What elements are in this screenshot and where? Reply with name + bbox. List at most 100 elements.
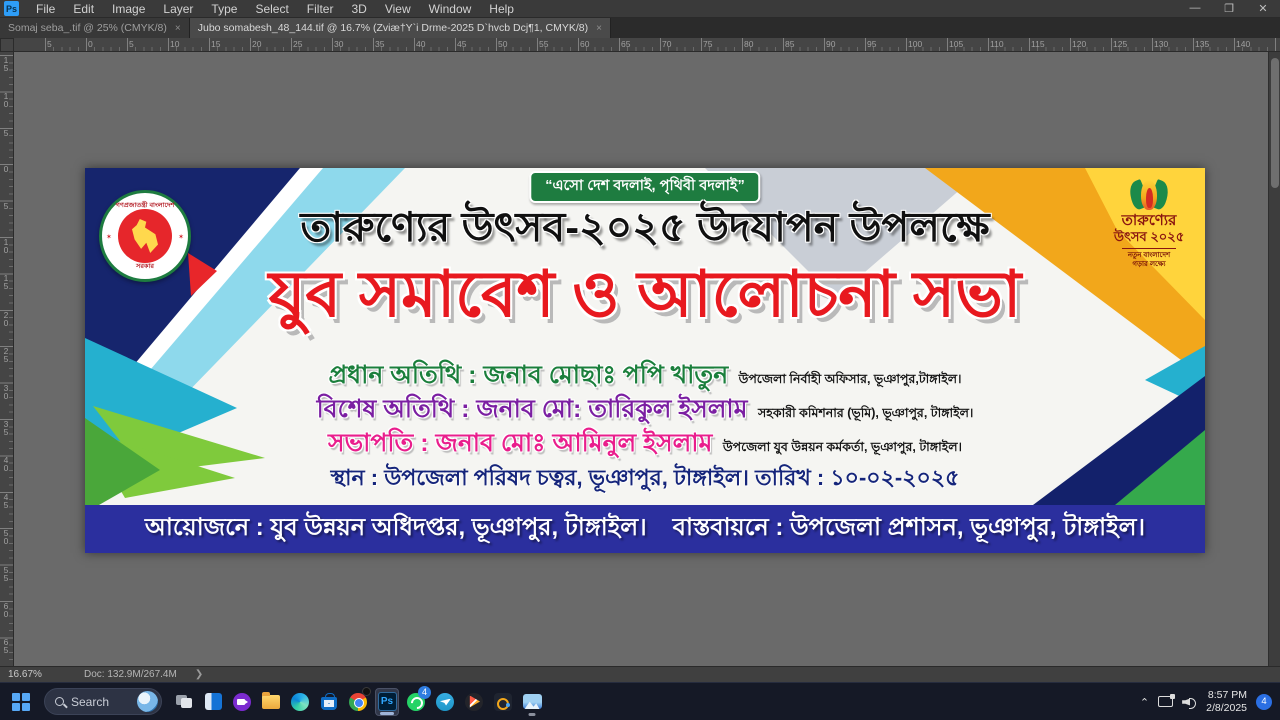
guest-row-president: সভাপতি : জনাব মোঃ আমিনুল ইসলাম উপজেলা যু… [85,426,1205,460]
v-ruler-label: 25 [1,346,11,362]
v-ruler-label: 10 [1,91,11,107]
menu-layer[interactable]: Layer [154,2,202,16]
h-ruler-label: 120 [1072,39,1086,49]
h-ruler-label: 140 [1236,39,1250,49]
blue-app-icon [205,693,222,710]
venue-date-line: স্থান : উপজেলা পরিষদ চত্বর, ভূঞাপুর, টাঙ… [85,461,1205,498]
chrome-notification-dot [362,687,371,696]
horizontal-ruler[interactable]: 5051015202530354045505560657075808590951… [14,38,1280,52]
footer-bar: আয়োজনে : যুব উন্নয়ন অধিদপ্তর, ভূঞাপুর,… [85,505,1205,553]
h-ruler-label: 85 [785,39,794,49]
zoom-level-field[interactable]: 16.67% [8,669,60,680]
whatsapp-button[interactable]: 4 [404,688,428,716]
display-cast-icon[interactable] [1158,696,1173,707]
menu-filter[interactable]: Filter [298,2,343,16]
v-ruler-label: 55 [1,565,11,581]
h-ruler-label: 110 [990,39,1004,49]
minimize-button[interactable]: — [1178,2,1212,15]
start-button[interactable] [12,693,30,711]
v-ruler-label: 40 [1,455,11,471]
guest-list: প্রধান অতিথি : জনাব মোছাঃ পপি খাতুন উপজে… [85,358,1205,460]
banner-document[interactable]: গণপ্রজাতন্ত্রী বাংলাদেশ ✶ ✶ সরকার তারুণ্… [85,168,1205,553]
canvas-area[interactable]: গণপ্রজাতন্ত্রী বাংলাদেশ ✶ ✶ সরকার তারুণ্… [14,52,1268,666]
whatsapp-badge: 4 [418,686,431,699]
search-daily-image [137,691,158,712]
clock-time: 8:57 PM [1206,689,1247,702]
menu-3d[interactable]: 3D [342,2,375,16]
running-indicator [380,712,394,715]
vertical-scrollbar[interactable] [1268,52,1280,666]
menu-window[interactable]: Window [420,2,481,16]
notification-count-badge[interactable]: 4 [1256,694,1272,710]
search-input[interactable]: Search [44,688,162,715]
h-ruler-label: 135 [1195,39,1209,49]
media-player-icon [465,693,483,711]
h-ruler-label: 60 [580,39,589,49]
clock-date: 2/8/2025 [1206,702,1247,715]
edge-button[interactable] [288,688,312,716]
menu-help[interactable]: Help [480,2,523,16]
menu-select[interactable]: Select [246,2,297,16]
document-tab-inactive[interactable]: Somaj seba_.tif @ 25% (CMYK/8) × [0,18,190,38]
photoshop-logo-icon: Ps [4,1,19,16]
telegram-icon [436,693,454,711]
v-ruler-label: 30 [1,383,11,399]
organizer-text: আয়োজনে : যুব উন্নয়ন অধিদপ্তর, ভূঞাপুর,… [145,509,647,549]
v-ruler-label: 15 [1,55,11,71]
photos-button[interactable] [520,688,544,716]
h-ruler-label: 75 [703,39,712,49]
tab-close-icon[interactable]: × [596,23,602,34]
h-ruler-label: 65 [621,39,630,49]
h-ruler-label: 5 [129,39,134,49]
banner-main-title: যুব সমাবেশ ও আলোচনা সভা [85,246,1205,353]
chrome-button[interactable] [346,688,370,716]
guest-row-chief: প্রধান অতিথি : জনাব মোছাঃ পপি খাতুন উপজে… [85,358,1205,392]
h-ruler-label: 15 [211,39,220,49]
h-ruler-label: 90 [826,39,835,49]
windows-taskbar: Search Ps 4 ⌃ 8:57 PM 2/8/2025 4 [0,682,1280,720]
h-ruler-label: 105 [949,39,963,49]
video-app-button[interactable] [230,688,254,716]
task-view-button[interactable] [172,688,196,716]
h-ruler-label: 100 [908,39,922,49]
volume-icon[interactable] [1182,696,1197,708]
utility-app-button[interactable] [491,688,515,716]
implementer-text: বাস্তবায়নে : উপজেলা প্রশাসন, ভূঞাপুর, ট… [673,509,1145,549]
menu-type[interactable]: Type [202,2,246,16]
microsoft-store-button[interactable] [317,688,341,716]
menu-image[interactable]: Image [103,2,154,16]
telegram-button[interactable] [433,688,457,716]
restore-button[interactable]: ❐ [1212,2,1246,15]
close-button[interactable]: ✕ [1246,2,1280,15]
menu-file[interactable]: File [27,2,64,16]
tab-close-icon[interactable]: × [175,23,181,34]
media-player-button[interactable] [462,688,486,716]
search-icon [55,697,64,706]
utility-app-icon [494,693,512,711]
status-chevron-icon[interactable]: ❯ [195,669,203,680]
file-explorer-button[interactable] [259,688,283,716]
document-size-info: Doc: 132.9M/267.4M [84,669,177,680]
tray-chevron-icon[interactable]: ⌃ [1140,696,1149,709]
h-ruler-label: 25 [293,39,302,49]
photoshop-button[interactable]: Ps [375,688,399,716]
blue-app-button[interactable] [201,688,225,716]
microsoft-store-icon [321,697,337,710]
v-ruler-label: 50 [1,528,11,544]
v-ruler-label: 60 [1,601,11,617]
h-ruler-label: 40 [416,39,425,49]
vertical-ruler[interactable]: 1510505101520253035404550556065 [0,52,14,666]
h-ruler-label: 125 [1113,39,1127,49]
h-ruler-label: 30 [334,39,343,49]
edge-icon [291,693,309,711]
h-ruler-label: 10 [170,39,179,49]
h-ruler-label: 115 [1031,39,1045,49]
taskbar-clock[interactable]: 8:57 PM 2/8/2025 [1206,689,1247,715]
tab-title: Somaj seba_.tif @ 25% (CMYK/8) [8,22,167,34]
v-ruler-label: 5 [1,201,11,209]
ruler-origin-box[interactable] [0,38,14,52]
menu-edit[interactable]: Edit [64,2,103,16]
scrollbar-thumb[interactable] [1271,58,1279,188]
menu-view[interactable]: View [376,2,420,16]
document-tab-active[interactable]: Jubo somabesh_48_144.tif @ 16.7% (Zviæ†Y… [190,18,611,38]
